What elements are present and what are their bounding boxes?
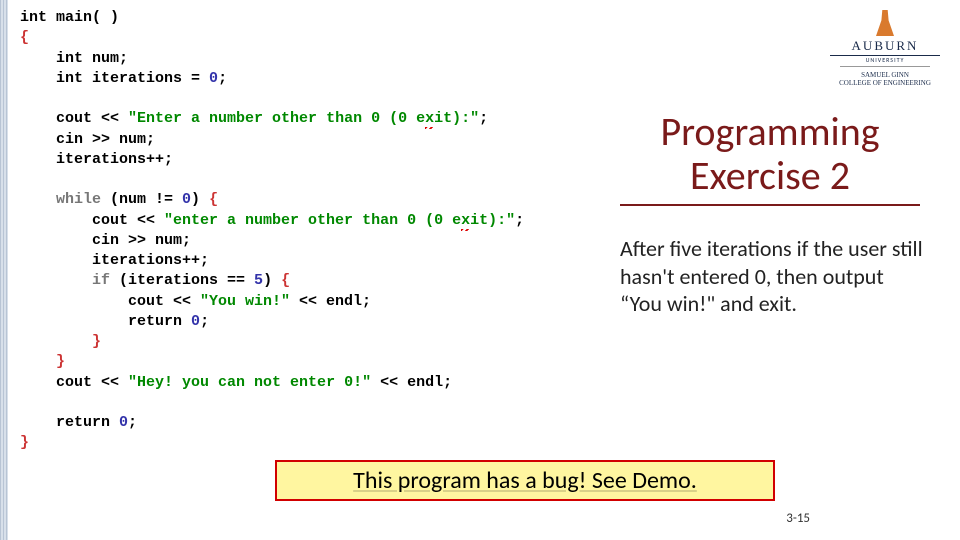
- logo-sub2: SAMUEL GINN: [830, 71, 940, 79]
- logo-name: AUBURN: [830, 38, 940, 56]
- logo-sub1: UNIVERSITY: [830, 57, 940, 64]
- auburn-logo: AUBURN UNIVERSITY SAMUEL GINN COLLEGE OF…: [830, 10, 940, 88]
- slide-description: After five iterations if the user still …: [620, 235, 930, 318]
- slide-title: Programming Exercise 2: [620, 110, 920, 206]
- kw-int: int: [20, 9, 47, 26]
- code-block: int main( ) { int num; int iterations = …: [20, 8, 524, 454]
- logo-sub3: COLLEGE OF ENGINEERING: [830, 79, 940, 87]
- page-number: 3-15: [786, 511, 810, 526]
- tower-icon: [876, 10, 894, 36]
- bug-callout: This program has a bug! See Demo.: [275, 460, 775, 501]
- decorative-rail: [0, 0, 8, 540]
